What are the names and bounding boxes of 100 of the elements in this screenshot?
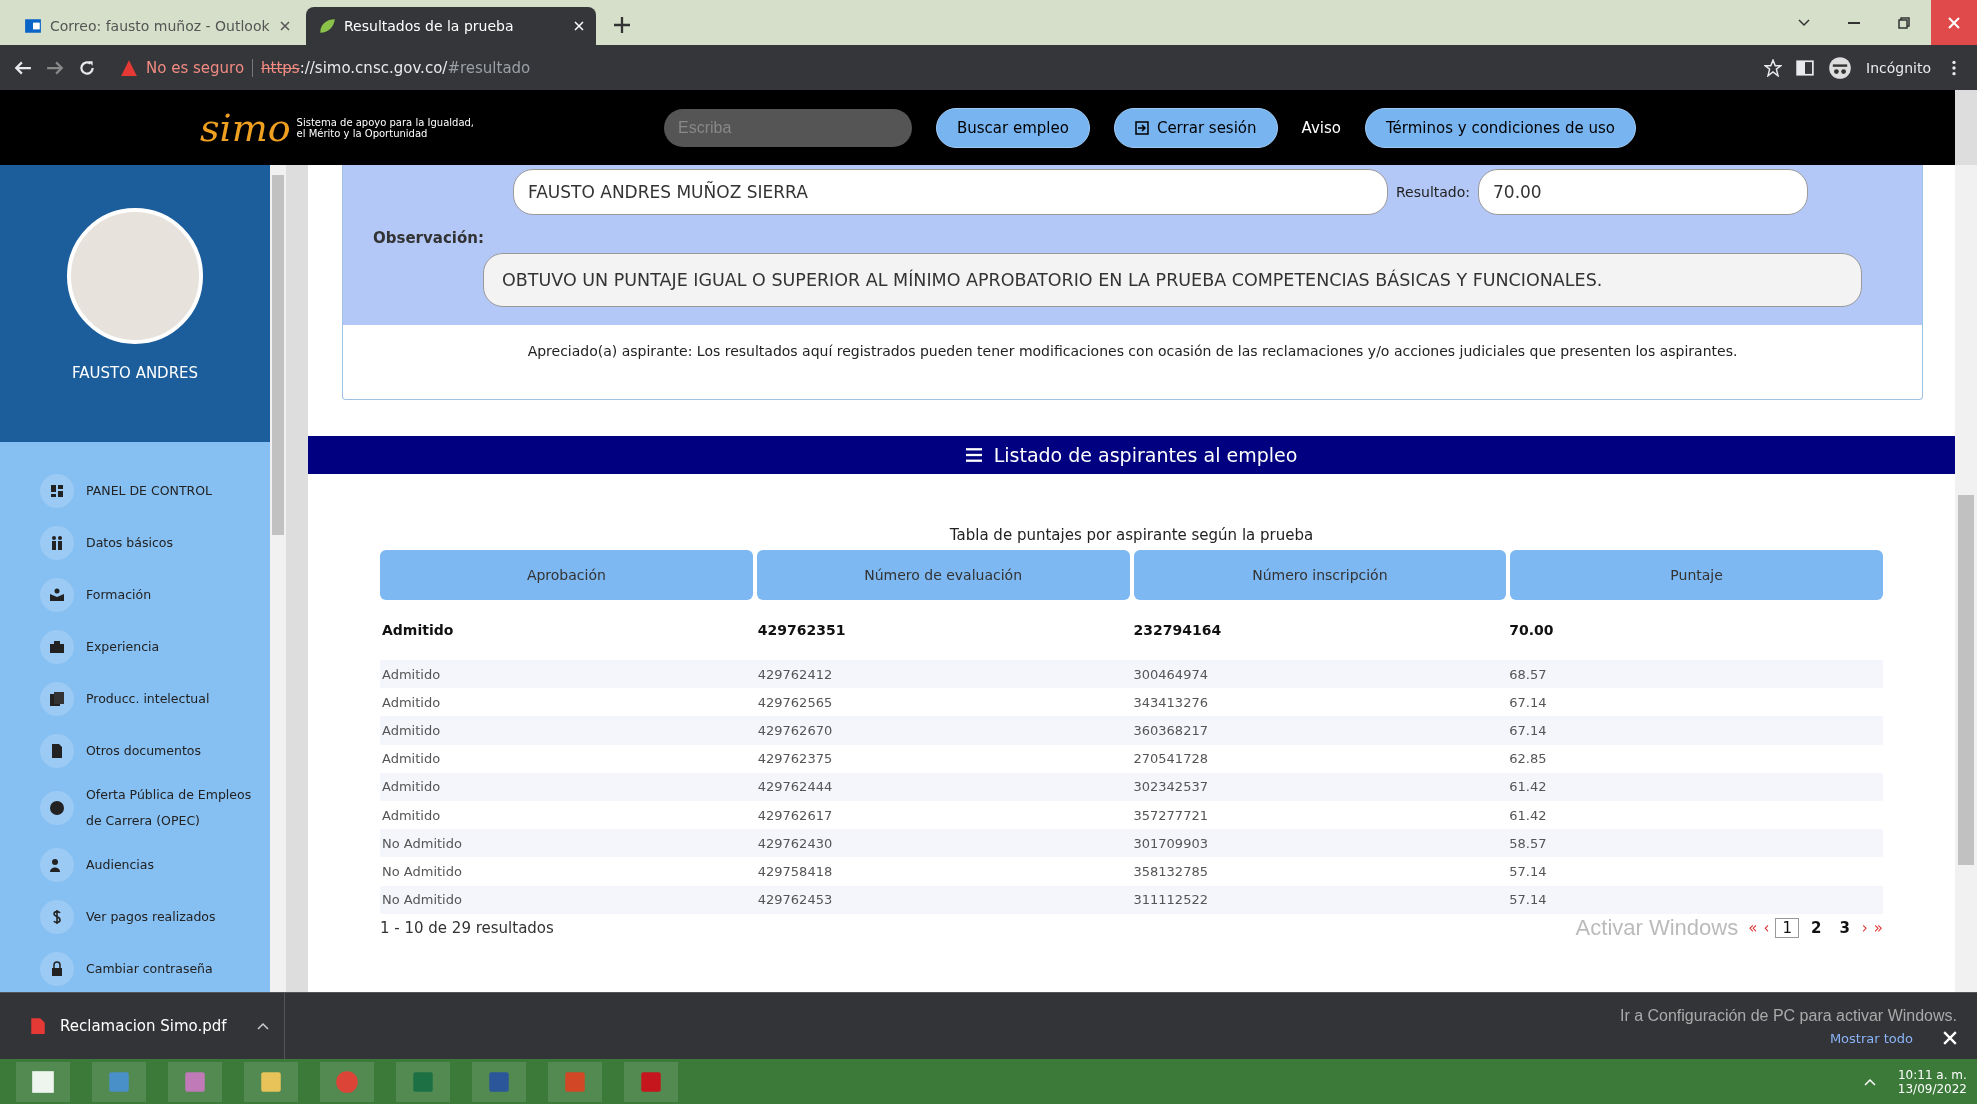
nav-link[interactable]: Aviso <box>1301 118 1341 137</box>
download-file-name: Reclamacion Simo.pdf <box>60 1017 227 1035</box>
last-page-link[interactable]: » <box>1873 918 1883 937</box>
caret-icon[interactable] <box>256 1022 269 1030</box>
briefcase-icon <box>40 630 74 664</box>
url-text: https://simo.cnsc.gov.co/#resultado <box>261 58 531 77</box>
logout-button[interactable]: Cerrar sesión <box>1113 107 1278 148</box>
sidebar-item[interactable]: Oferta Pública de Empleos de Carrera (OPEC) <box>40 782 270 834</box>
incognito-icon <box>1828 55 1853 80</box>
column-header[interactable]: Puntaje <box>1510 550 1883 600</box>
close-window-icon[interactable] <box>1948 16 1960 29</box>
restore-icon[interactable] <box>1898 16 1910 29</box>
sidebar-item[interactable]: Producc. intelectual <box>40 678 270 720</box>
table-cell-text: No Admitido <box>381 892 463 908</box>
table-cell-text: Admitido <box>381 666 442 682</box>
section-title: Listado de aspirantes al empleo <box>993 444 1298 466</box>
result-label: Resultado: <box>1396 184 1470 200</box>
observation-field: OBTUVO UN PUNTAJE IGUAL O SUPERIOR AL MÍNIMO APROBATORIO EN LA PRUEBA COMPETENCIAS BÁSICAS Y FUNCIONALES. <box>483 253 1862 307</box>
browser-tab[interactable]: Resultados de la prueba <box>306 7 596 45</box>
next-page-link[interactable]: › <box>1861 918 1868 937</box>
warning-icon <box>120 58 138 77</box>
site-logo[interactable]: simo <box>200 105 291 150</box>
table-cell-text: 70.00 <box>1508 622 1555 638</box>
page-link[interactable]: 2 <box>1804 918 1828 937</box>
table-cell-text: 429762444 <box>756 779 834 795</box>
table-cell-text: 429762617 <box>756 807 834 823</box>
sidebar-item[interactable]: Datos básicos <box>40 522 270 564</box>
page-link[interactable]: 1 <box>1775 917 1799 938</box>
lock-icon <box>40 952 74 986</box>
sidebar-item[interactable]: Experiencia <box>40 626 270 668</box>
table-cell-text: Admitido <box>381 779 442 795</box>
sidebar-item[interactable]: Ver pagos realizados <box>40 896 270 938</box>
activation-hint: Ir a Configuración de PC para activar Windows. <box>1619 1006 1957 1025</box>
table-cell-text: 429762670 <box>756 722 834 738</box>
table-cell-text: 429762351 <box>756 622 847 638</box>
table-cell-text: 232794164 <box>1132 622 1223 638</box>
scrollbar-thumb[interactable] <box>1958 495 1974 865</box>
table-cell-text: 301709903 <box>1132 835 1209 851</box>
side-panel-icon[interactable] <box>1796 58 1815 77</box>
results-summary: 1 - 10 de 29 resultados <box>380 918 555 937</box>
column-header[interactable]: Número inscripción <box>1133 550 1507 600</box>
nav-button[interactable]: Términos y condiciones de uso <box>1364 107 1636 148</box>
table-cell-text: Admitido <box>381 694 442 710</box>
table-cell-text: 58.57 <box>1508 835 1548 851</box>
scrollbar[interactable] <box>270 165 308 992</box>
profile-label: Incógnito <box>1866 59 1931 76</box>
logout-icon <box>1134 120 1149 135</box>
dollar-icon <box>40 900 74 934</box>
table-cell-text: 429762430 <box>756 835 834 851</box>
table-cell-text: Admitido <box>381 622 455 638</box>
new-tab-icon[interactable] <box>614 17 630 33</box>
page-link[interactable]: 3 <box>1833 918 1856 937</box>
table-cell-text: 61.42 <box>1508 807 1548 823</box>
table-cell-text: 61.42 <box>1508 779 1548 795</box>
table-cell-text: 68.57 <box>1508 666 1548 682</box>
dashboard-icon <box>40 474 74 508</box>
observation-label: Observación: <box>373 229 485 247</box>
document-icon <box>40 734 74 768</box>
browser-tab[interactable]: Correo: fausto muñoz - Outlook <box>12 7 302 45</box>
show-all-link[interactable]: Mostrar todo <box>1829 1030 1913 1046</box>
circle-icon <box>40 791 74 825</box>
pages-icon <box>40 682 74 716</box>
scrollbar-thumb[interactable] <box>272 175 284 535</box>
first-page-link[interactable]: « <box>1748 918 1758 937</box>
table-cell-text: 311112522 <box>1132 892 1209 908</box>
close-icon[interactable] <box>280 21 290 31</box>
reload-icon[interactable] <box>78 58 96 77</box>
people-icon <box>40 526 74 560</box>
clock[interactable]: 10:11 a. m. 13/09/2022 <box>1897 1067 1967 1096</box>
previous-page-link[interactable]: ‹ <box>1763 918 1770 937</box>
table-cell-text: 429758418 <box>756 863 834 879</box>
sidebar-item[interactable]: Audiencias <box>40 844 270 886</box>
leaf-icon <box>318 17 336 35</box>
sidebar-item[interactable]: PANEL DE CONTROL <box>40 470 270 512</box>
scrollbar[interactable] <box>1955 165 1977 992</box>
table-cell-text: 57.14 <box>1508 863 1548 879</box>
table-cell-text: 270541728 <box>1132 751 1209 767</box>
table-cell-text: 343413276 <box>1132 694 1209 710</box>
scrollbar[interactable] <box>1955 90 1977 165</box>
table-cell-text: 302342537 <box>1132 779 1209 795</box>
start-icon[interactable] <box>16 1061 70 1102</box>
result-field: 70.00 <box>1478 169 1808 215</box>
chevron-icon[interactable] <box>1798 16 1810 29</box>
address-bar[interactable]: No es seguro https://simo.cnsc.gov.co/#resultado <box>110 50 1751 85</box>
table-cell-text: 67.14 <box>1508 694 1548 710</box>
sidebar-item[interactable]: Cambiar contraseña <box>40 948 270 990</box>
user-name: FAUSTO ANDRES <box>71 364 199 382</box>
column-header[interactable]: Aprobación <box>380 550 753 600</box>
table-cell-text: 429762412 <box>756 666 834 682</box>
star-icon[interactable] <box>1764 58 1783 77</box>
column-header[interactable]: Número de evaluación <box>756 550 1130 600</box>
table-cell-text: 300464974 <box>1132 666 1209 682</box>
nav-button[interactable]: Buscar empleo <box>936 107 1090 148</box>
pdf-file-icon <box>30 1017 46 1035</box>
table-caption: Tabla de puntajes por aspirante según la prueba <box>948 526 1315 544</box>
sidebar-item[interactable]: Formación <box>40 574 270 616</box>
sidebar-item[interactable]: Otros documentos <box>40 730 270 772</box>
name-field: FAUSTO ANDRES MUÑOZ SIERRA <box>513 169 1388 215</box>
table-cell-text: 357277721 <box>1132 807 1209 823</box>
app-icon[interactable] <box>244 1061 298 1102</box>
